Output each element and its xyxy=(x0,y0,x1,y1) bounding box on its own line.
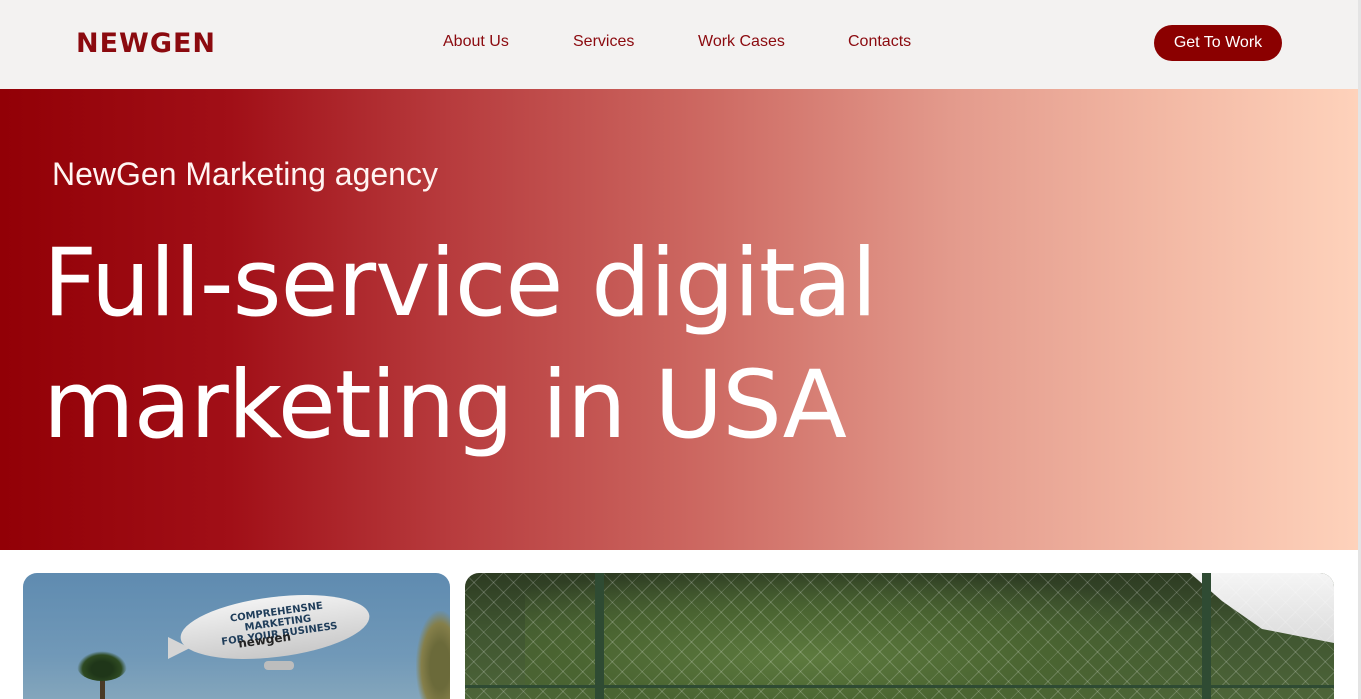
nav-services[interactable]: Services xyxy=(573,33,634,51)
nav-about-us[interactable]: About Us xyxy=(443,33,509,51)
fence-image-card[interactable] xyxy=(465,573,1334,699)
tree xyxy=(416,611,450,699)
hero-subtitle: NewGen Marketing agency xyxy=(52,156,438,192)
nav-work-cases[interactable]: Work Cases xyxy=(698,33,785,51)
hero-headline: Full-service digital marketing in USA xyxy=(43,223,943,467)
hero-headline-line-1: Full-service digital xyxy=(43,229,877,338)
blimp-image-card[interactable]: COMPREHENSNE MARKETING FOR YOUR BUSINESS… xyxy=(23,573,450,699)
fence-post xyxy=(595,573,604,699)
hero-headline-line-2: marketing in USA xyxy=(43,351,847,460)
palm-leaves xyxy=(77,651,127,681)
fence-rail xyxy=(465,685,1334,688)
nav-contacts[interactable]: Contacts xyxy=(848,33,911,51)
blimp-illustration: COMPREHENSNE MARKETING FOR YOUR BUSINESS… xyxy=(168,585,373,673)
logo[interactable]: NEWGEN xyxy=(76,28,216,59)
get-to-work-button[interactable]: Get To Work xyxy=(1154,25,1282,61)
fence-post xyxy=(1202,573,1211,699)
blimp-gondola xyxy=(264,661,294,670)
palm-tree xyxy=(75,651,129,699)
hero-banner: NewGen Marketing agency Full-service dig… xyxy=(0,89,1358,550)
site-header: NEWGEN About Us Services Work Cases Cont… xyxy=(0,0,1358,89)
